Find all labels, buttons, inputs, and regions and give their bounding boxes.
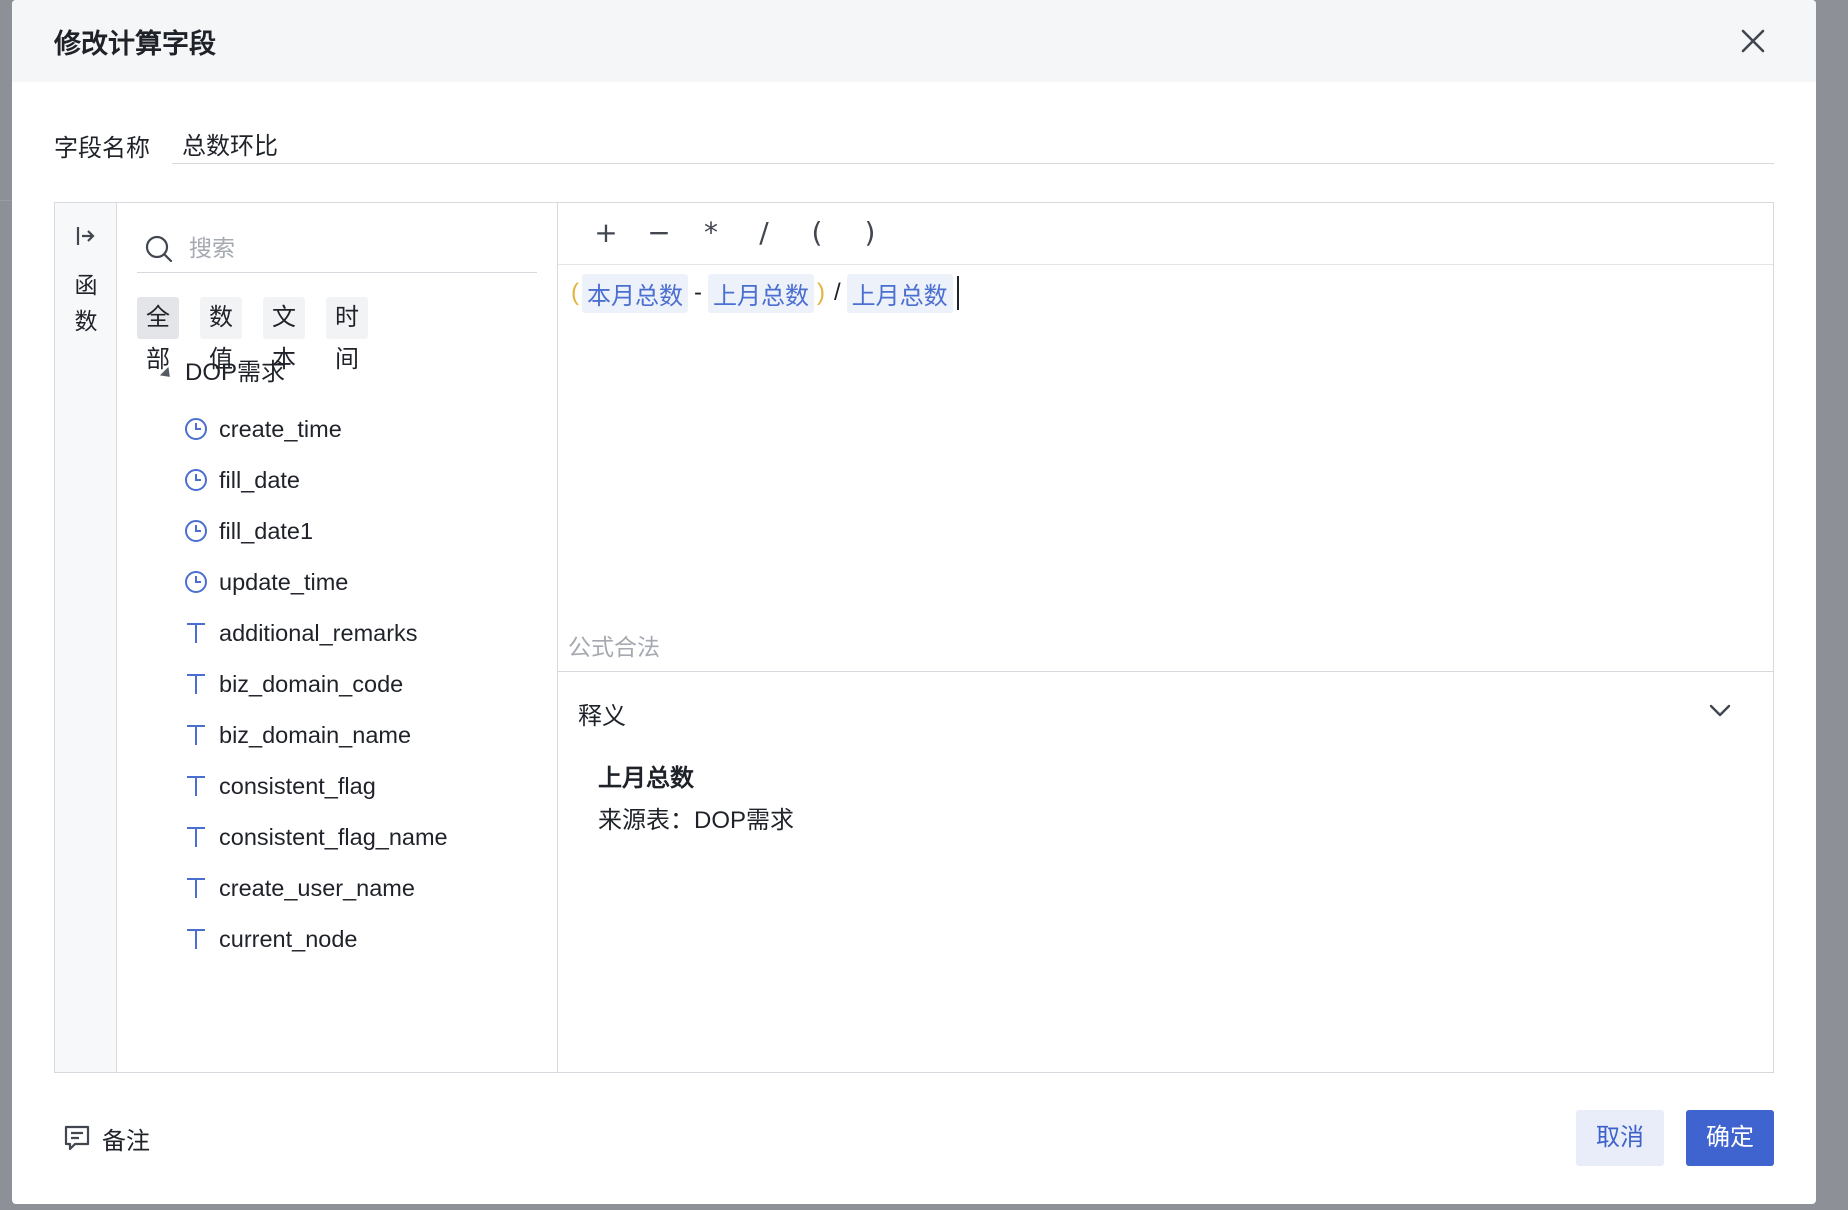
chevron-down-icon[interactable] — [1705, 696, 1735, 726]
cancel-button[interactable]: 取消 — [1576, 1110, 1664, 1166]
formula-operator: - — [694, 279, 702, 306]
tab-number[interactable]: 数值 — [200, 297, 242, 373]
field-item[interactable]: fill_date — [183, 458, 300, 502]
dialog-title: 修改计算字段 — [54, 29, 216, 59]
divide-button[interactable]: / — [744, 213, 784, 253]
field-item[interactable]: additional_remarks — [183, 611, 418, 655]
field-item-label: create_time — [219, 415, 342, 442]
field-item-label: consistent_flag_name — [219, 823, 448, 850]
clock-icon — [183, 518, 209, 544]
tab-all[interactable]: 全部 — [137, 297, 179, 373]
formula-operator: / — [834, 279, 841, 306]
formula-token[interactable]: 上月总数 — [846, 273, 953, 313]
field-item[interactable]: create_time — [183, 407, 342, 451]
note-label: 备注 — [102, 1127, 150, 1155]
operator-bar: + − * / ( ) — [558, 203, 1773, 265]
search-icon — [143, 233, 175, 265]
minus-button[interactable]: − — [639, 213, 679, 253]
dialog-footer: 备注 取消 确定 — [54, 1110, 1774, 1166]
field-item[interactable]: update_time — [183, 560, 348, 604]
search-box[interactable] — [137, 225, 537, 273]
explanation-title: 释义 — [578, 703, 626, 730]
formula-open-paren: ( — [571, 279, 579, 306]
field-name-row: 字段名称 — [54, 124, 1774, 164]
formula-close-paren: ) — [817, 279, 825, 306]
multiply-button[interactable]: * — [691, 213, 731, 253]
edit-calculated-field-dialog: 修改计算字段 字段名称 函 数 全部 — [12, 0, 1816, 1204]
dialog-header: 修改计算字段 — [12, 0, 1816, 82]
tab-text[interactable]: 文本 — [263, 297, 305, 373]
explanation-panel: 释义 上月总数 来源表：DOP需求 — [558, 672, 1773, 1072]
function-rail-label-line1: 函 — [74, 272, 98, 298]
formula-token[interactable]: 上月总数 — [708, 273, 814, 313]
field-item-label: consistent_flag — [219, 772, 376, 799]
text-icon — [183, 926, 209, 952]
field-item-label: create_user_name — [219, 874, 415, 901]
text-icon — [183, 620, 209, 646]
comment-icon — [64, 1125, 90, 1151]
tree-group-label: DOP需求 — [185, 359, 286, 386]
field-item-label: fill_date — [219, 466, 300, 493]
function-rail[interactable]: 函 数 — [55, 203, 117, 1072]
plus-button[interactable]: + — [586, 213, 626, 253]
field-name-input[interactable] — [172, 124, 1774, 164]
expand-panel-icon[interactable] — [73, 223, 99, 249]
field-item-label: update_time — [219, 568, 349, 595]
close-icon[interactable] — [1736, 24, 1770, 58]
open-paren-button[interactable]: ( — [797, 213, 837, 253]
field-item-label: biz_domain_name — [219, 721, 412, 748]
field-item-label: fill_date1 — [219, 517, 314, 544]
tree-group-dop[interactable]: DOP需求 — [159, 349, 286, 397]
text-icon — [183, 671, 209, 697]
text-cursor — [956, 276, 959, 310]
backdrop — [0, 200, 12, 201]
formula-token[interactable]: 本月总数 — [582, 273, 688, 313]
field-item[interactable]: consistent_flag — [183, 764, 376, 808]
text-icon — [183, 824, 209, 850]
explanation-field-name: 上月总数 — [598, 765, 694, 792]
formula-area: + − * / ( ) ( 本月总数 - 上月总数 ) / 上月总数 公式合法 — [558, 203, 1773, 672]
close-paren-button[interactable]: ) — [850, 213, 890, 253]
field-panel: 全部 数值 文本 时间 DOP需求 create_time fill_datefi… — [117, 203, 558, 1072]
tab-time[interactable]: 时间 — [326, 297, 368, 373]
field-item[interactable]: fill_date1 — [183, 509, 313, 553]
function-rail-label-line2: 数 — [74, 308, 98, 334]
text-icon — [183, 875, 209, 901]
explanation-source: 来源表：DOP需求 — [598, 807, 795, 834]
field-item[interactable]: biz_domain_name — [183, 713, 411, 757]
formula-status: 公式合法 — [568, 634, 660, 660]
formula-editor: 函 数 全部 数值 文本 时间 DOP需求 — [54, 202, 1774, 1073]
confirm-button[interactable]: 确定 — [1686, 1110, 1774, 1166]
text-icon — [183, 773, 209, 799]
formula-input[interactable]: ( 本月总数 - 上月总数 ) / 上月总数 — [568, 273, 959, 313]
function-rail-label[interactable]: 函 数 — [73, 267, 99, 339]
field-item[interactable]: current_node — [183, 917, 358, 961]
field-item[interactable]: create_user_name — [183, 866, 415, 910]
field-item-label: biz_domain_code — [219, 670, 404, 697]
clock-icon — [183, 569, 209, 595]
note-button[interactable]: 备注 — [62, 1120, 150, 1156]
field-item[interactable]: consistent_flag_name — [183, 815, 448, 859]
caret-down-icon — [159, 366, 175, 382]
field-item[interactable]: biz_domain_code — [183, 662, 403, 706]
field-item-label: current_node — [219, 925, 358, 952]
search-input[interactable] — [189, 231, 519, 265]
clock-icon — [183, 416, 209, 442]
field-name-label: 字段名称 — [54, 135, 150, 162]
field-item-label: additional_remarks — [219, 619, 418, 646]
text-icon — [183, 722, 209, 748]
clock-icon — [183, 467, 209, 493]
